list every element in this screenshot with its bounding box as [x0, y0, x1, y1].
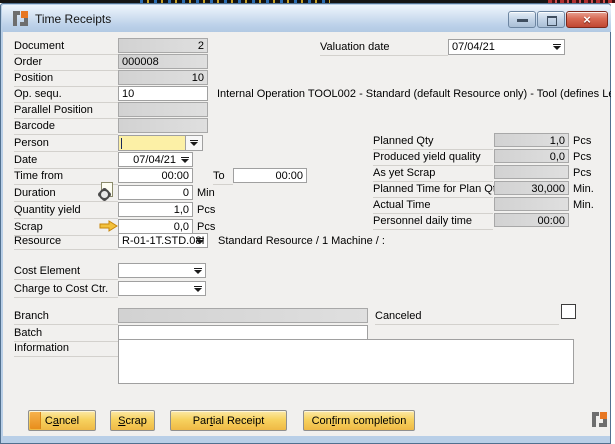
actual-time-unit: Min.	[573, 199, 594, 212]
person-label: Person	[14, 137, 118, 152]
partial-receipt-button[interactable]: Partial Receipt	[170, 410, 287, 431]
actual-time-label: Actual Time	[373, 199, 493, 214]
link-arrow-icon[interactable]	[99, 220, 118, 232]
order-label: Order	[14, 56, 118, 71]
valuation-date-value: 07/04/21	[452, 41, 495, 53]
busy-cursor-icon	[99, 182, 115, 200]
batch-field[interactable]	[118, 325, 368, 340]
resource-description: Standard Resource / 1 Machine / :	[218, 235, 518, 248]
duration-field[interactable]: 0	[118, 185, 193, 200]
screen: Time Receipts × Document 2 Order 000008 …	[0, 0, 615, 444]
chevron-down-icon[interactable]	[550, 40, 563, 54]
resource-label: Resource	[14, 235, 118, 250]
cost-element-label: Cost Element	[14, 265, 118, 280]
chevron-down-icon[interactable]	[193, 234, 206, 247]
canceled-label: Canceled	[375, 310, 559, 325]
information-label: Information	[14, 342, 118, 357]
chevron-down-icon[interactable]	[191, 264, 204, 277]
chevron-down-icon[interactable]	[178, 153, 191, 166]
quantity-yield-unit: Pcs	[197, 204, 215, 217]
planned-qty-unit: Pcs	[573, 135, 591, 148]
canceled-checkbox[interactable]	[561, 304, 576, 319]
chevron-down-icon[interactable]	[191, 282, 204, 295]
planned-time-for-plan-qty-unit: Min.	[573, 183, 594, 196]
form-resize-grip[interactable]	[592, 412, 607, 427]
position-label: Position	[14, 72, 118, 87]
as-yet-scrap-label: As yet Scrap	[373, 167, 493, 182]
date-label: Date	[14, 154, 118, 169]
document-label: Document	[14, 40, 118, 55]
as-yet-scrap-field	[494, 165, 569, 179]
information-textarea[interactable]	[118, 339, 574, 384]
operation-description: Internal Operation TOOL002 - Standard (d…	[217, 88, 611, 101]
valuation-date-field[interactable]: 07/04/21	[448, 39, 565, 55]
produced-yield-quality-label: Produced yield quality	[373, 151, 493, 166]
barcode-label: Barcode	[14, 120, 118, 135]
confirm-completion-button[interactable]: Confirm completion	[303, 410, 415, 431]
document-field: 2	[118, 38, 208, 53]
cancel-button[interactable]: Cancel	[28, 410, 96, 431]
branch-label: Branch	[14, 310, 118, 325]
date-field[interactable]: 07/04/21	[118, 152, 193, 167]
charge-to-cost-ctr-label: Charge to Cost Ctr.	[14, 283, 118, 298]
scrap-button[interactable]: Scrap	[110, 410, 155, 431]
planned-time-for-plan-qty-field: 30,000	[494, 181, 569, 195]
op-sequ-field[interactable]: 10	[118, 86, 208, 101]
parallel-position-field	[118, 102, 208, 117]
minimize-button[interactable]	[508, 11, 536, 28]
parallel-position-label: Parallel Position	[14, 104, 118, 119]
close-button[interactable]: ×	[566, 11, 608, 28]
planned-qty-field: 1,0	[494, 133, 569, 147]
batch-label: Batch	[14, 327, 118, 342]
op-sequ-label: Op. sequ.	[14, 88, 118, 103]
window-title: Time Receipts	[35, 12, 111, 26]
valuation-date-label: Valuation date	[320, 41, 448, 56]
planned-qty-label: Planned Qty	[373, 135, 493, 150]
maximize-button[interactable]	[537, 11, 565, 28]
cost-element-field[interactable]	[118, 263, 206, 278]
maximize-icon	[547, 16, 557, 26]
app-icon	[13, 11, 28, 26]
quantity-yield-field[interactable]: 1,0	[118, 202, 193, 217]
personnel-daily-time-field: 00:00	[494, 213, 569, 227]
text-caret	[121, 138, 122, 149]
actual-time-field	[494, 197, 569, 211]
scrap-field[interactable]: 0,0	[118, 219, 193, 234]
time-from-field[interactable]: 00:00	[118, 168, 193, 183]
time-to-label: To	[213, 170, 233, 185]
person-field[interactable]	[118, 135, 203, 151]
default-button-stripe	[30, 412, 41, 429]
date-value: 07/04/21	[133, 154, 176, 166]
order-field: 000008	[118, 54, 208, 69]
time-to-field[interactable]: 00:00	[233, 168, 307, 183]
as-yet-scrap-unit: Pcs	[573, 167, 591, 180]
quantity-yield-label: Quantity yield	[14, 204, 118, 219]
resource-field[interactable]: R-01-1T.STD.08I	[118, 233, 208, 248]
close-icon: ×	[567, 12, 607, 27]
personnel-daily-time-label: Personnel daily time	[373, 215, 493, 230]
produced-yield-quality-field: 0,0	[494, 149, 569, 163]
charge-to-cost-ctr-field[interactable]	[118, 281, 206, 296]
planned-time-for-plan-qty-label: Planned Time for Plan Qty	[373, 183, 493, 198]
branch-field	[118, 308, 368, 323]
produced-yield-quality-unit: Pcs	[573, 151, 591, 164]
chevron-down-icon[interactable]	[185, 136, 202, 150]
position-field: 10	[118, 70, 208, 85]
duration-unit: Min	[197, 187, 215, 200]
barcode-field	[118, 118, 208, 133]
minimize-icon	[517, 19, 528, 22]
